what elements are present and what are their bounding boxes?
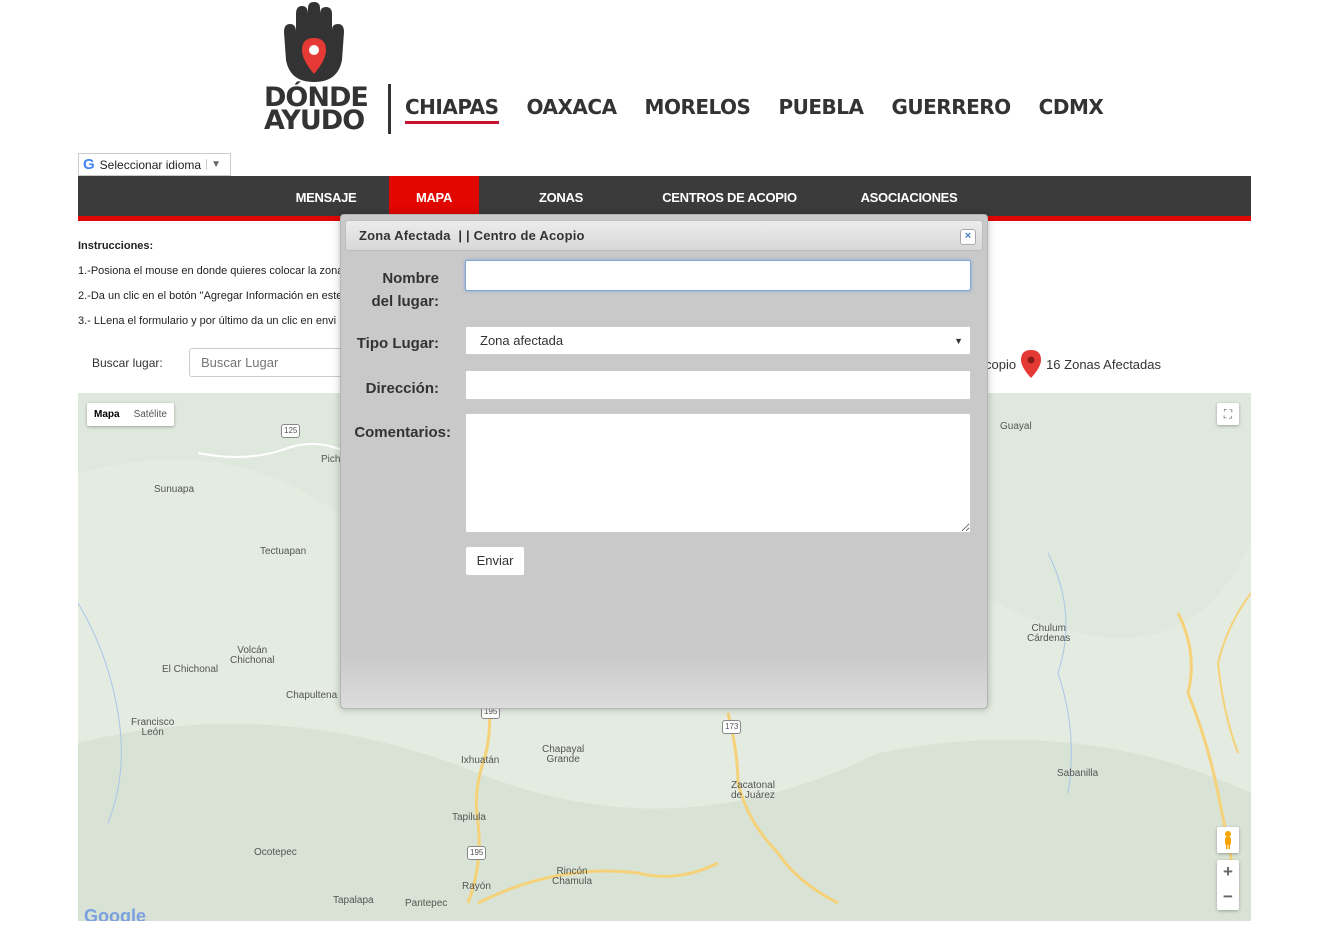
- submit-button[interactable]: Enviar: [465, 546, 525, 576]
- state-nav: CHIAPAS OAXACA MORELOS PUEBLA GUERRERO C…: [405, 95, 1104, 124]
- state-guerrero[interactable]: GUERRERO: [891, 95, 1011, 124]
- comentarios-label: Comentarios:: [354, 424, 451, 441]
- fullscreen-icon[interactable]: ⛶: [1217, 403, 1239, 425]
- zoom-control: + −: [1217, 860, 1239, 910]
- instruction-step-1: 1.-Posiona el mouse en donde quieres col…: [78, 265, 344, 277]
- comentarios-textarea[interactable]: [465, 413, 971, 533]
- header-divider: [388, 84, 391, 134]
- tipo-lugar-select[interactable]: Zona afectada ▼: [465, 326, 971, 355]
- search-place-input[interactable]: [189, 348, 349, 377]
- state-morelos[interactable]: MORELOS: [645, 95, 751, 124]
- map-label-tectuapan: Tectuapan: [260, 546, 307, 557]
- map-label-guayal: Guayal: [1000, 421, 1032, 432]
- search-label: Buscar lugar:: [92, 356, 163, 370]
- zoom-out-button[interactable]: −: [1217, 885, 1239, 910]
- map-label-chapultena: Chapultena: [286, 690, 338, 701]
- map-label-zacatonal: Zacatonal de Juárez: [731, 780, 775, 801]
- map-label-sunuapa: Sunuapa: [154, 484, 195, 495]
- map-legend: copio 16 Zonas Afectadas: [985, 350, 1161, 378]
- state-oaxaca[interactable]: OAXACA: [527, 95, 618, 124]
- nav-zonas-afectadas[interactable]: ZONAS AFECTADAS: [501, 176, 621, 248]
- map-label-sabanilla: Sabanilla: [1057, 768, 1099, 779]
- state-cdmx[interactable]: CDMX: [1039, 95, 1104, 124]
- nombre-input[interactable]: [465, 260, 971, 291]
- dialog-title-bar[interactable]: Zona Afectada | | Centro de Acopio ×: [345, 220, 983, 251]
- google-g-icon: G: [83, 156, 95, 173]
- legend-zonas-text: 16 Zonas Afectadas: [1046, 356, 1161, 372]
- add-place-dialog: Zona Afectada | | Centro de Acopio × Nom…: [340, 214, 988, 709]
- instructions-title: Instrucciones:: [78, 240, 154, 252]
- road-shield-125: 125: [281, 424, 301, 438]
- tipo-lugar-selected: Zona afectada: [480, 333, 564, 348]
- dialog-title: Zona Afectada | | Centro de Acopio: [359, 228, 585, 243]
- instructions: Instrucciones: 1.-Posiona el mouse en do…: [78, 240, 343, 340]
- site-logo[interactable]: DÓNDE AYUDO: [262, 2, 369, 136]
- map-label-chapayal-grande: Chapayal Grande: [542, 744, 585, 765]
- map-label-ocotepec: Ocotepec: [254, 847, 297, 858]
- google-logo: Google: [84, 906, 146, 921]
- map-pin-icon: [1021, 350, 1042, 378]
- map-type-control: Mapa Satélite: [87, 403, 174, 426]
- logo-line-2: AYUDO: [264, 105, 365, 136]
- tipo-lugar-label: Tipo Lugar:: [356, 335, 439, 352]
- close-icon[interactable]: ×: [960, 229, 976, 245]
- map-label-pich: Pich: [321, 454, 341, 465]
- direccion-label: Dirección:: [365, 380, 439, 397]
- map-type-satellite-button[interactable]: Satélite: [127, 403, 174, 426]
- map-type-map-button[interactable]: Mapa: [87, 403, 127, 426]
- instruction-step-3: 3.- LLena el formulario y por último da …: [78, 315, 337, 327]
- select-caret-icon: ▼: [954, 336, 963, 346]
- logo-wordmark: DÓNDE AYUDO: [264, 84, 369, 136]
- zoom-in-button[interactable]: +: [1217, 860, 1239, 885]
- nav-mapa[interactable]: MAPA: [389, 176, 479, 216]
- map-label-rayon: Rayón: [462, 881, 491, 892]
- language-select[interactable]: G Seleccionar idioma ▼: [78, 153, 231, 176]
- map-label-ixhuatan: Ixhuatán: [461, 755, 500, 766]
- map-label-volcan-chichonal: Volcán Chichonal: [230, 645, 275, 666]
- map-label-rincon-chamula: Rincón Chamula: [552, 866, 593, 887]
- map-label-tapilula: Tapilula: [452, 812, 486, 823]
- nombre-label: Nombre del lugar:: [371, 270, 439, 310]
- road-shield-173: 173: [722, 720, 742, 734]
- language-select-label: Seleccionar idioma: [99, 157, 202, 172]
- direccion-input[interactable]: [465, 370, 971, 400]
- hand-pin-icon: [284, 2, 344, 82]
- nav-asociaciones[interactable]: ASOCIACIONES: [858, 176, 960, 216]
- state-puebla[interactable]: PUEBLA: [778, 95, 864, 124]
- map-label-francisco-leon: Francisco León: [131, 717, 175, 738]
- map-label-el-chichonal: El Chichonal: [162, 664, 219, 675]
- map-label-pantepec: Pantepec: [405, 898, 448, 909]
- state-chiapas[interactable]: CHIAPAS: [405, 95, 499, 124]
- road-shield-195-south: 195: [467, 846, 487, 860]
- dialog-footer-shade: [341, 653, 987, 708]
- map-label-tapalapa: Tapalapa: [333, 895, 374, 906]
- nav-mensaje[interactable]: MENSAJE: [290, 176, 362, 216]
- instruction-step-2: 2.-Da un clic en el botón "Agregar Infor…: [78, 290, 343, 302]
- dropdown-arrow-icon: ▼: [206, 159, 221, 170]
- pegman-icon[interactable]: [1217, 827, 1239, 853]
- map-label-chulum-cardenas: Chulum Cárdenas: [1027, 623, 1071, 644]
- nav-centros-de-acopio[interactable]: CENTROS DE ACOPIO: [662, 176, 797, 216]
- legend-acopio-text: copio: [985, 356, 1017, 372]
